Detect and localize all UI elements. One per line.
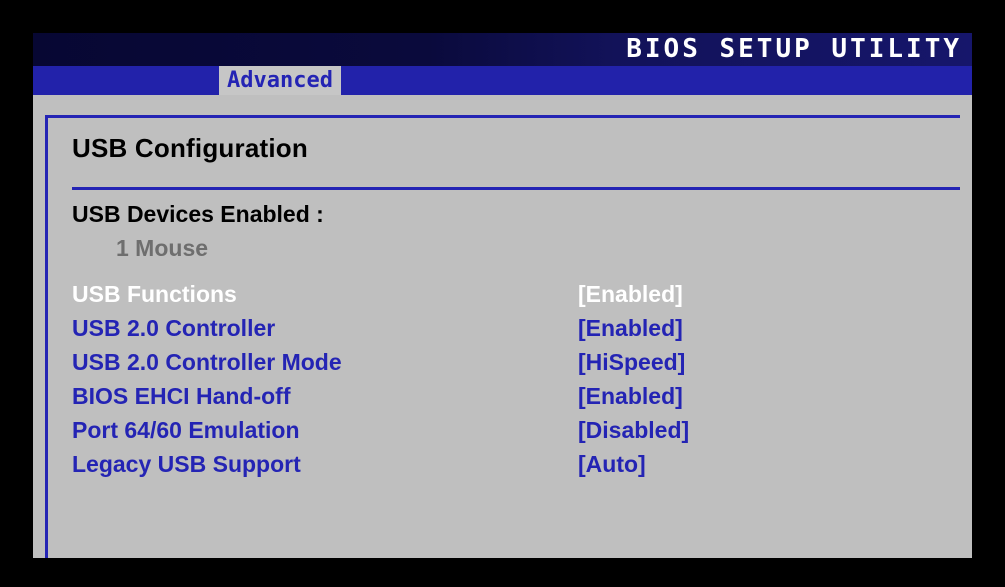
title-bar: BIOS SETUP UTILITY bbox=[33, 33, 972, 66]
setting-row[interactable]: USB 2.0 Controller [Enabled] bbox=[72, 315, 960, 349]
setting-label: USB 2.0 Controller bbox=[72, 315, 276, 341]
setting-value[interactable]: [Enabled] bbox=[578, 281, 683, 308]
bios-window: BIOS SETUP UTILITY Advanced USB Configur… bbox=[33, 33, 972, 558]
usb-devices-enabled-value: 1 Mouse bbox=[116, 235, 209, 261]
panel-heading: USB Configuration bbox=[72, 133, 308, 163]
setting-label: USB Functions bbox=[72, 281, 237, 307]
bios-screen: BIOS SETUP UTILITY Advanced USB Configur… bbox=[0, 0, 1005, 587]
setting-value[interactable]: [Disabled] bbox=[578, 417, 689, 444]
heading-divider bbox=[72, 187, 960, 190]
setting-row[interactable]: Legacy USB Support [Auto] bbox=[72, 451, 960, 485]
setting-value[interactable]: [Enabled] bbox=[578, 383, 683, 410]
setting-row[interactable]: USB Functions [Enabled] bbox=[72, 281, 960, 315]
setting-label: USB 2.0 Controller Mode bbox=[72, 349, 342, 375]
setting-value[interactable]: [Enabled] bbox=[578, 315, 683, 342]
usb-devices-enabled-block: USB Devices Enabled : 1 Mouse bbox=[72, 201, 324, 262]
setting-row[interactable]: BIOS EHCI Hand-off [Enabled] bbox=[72, 383, 960, 417]
setting-value[interactable]: [Auto] bbox=[578, 451, 646, 478]
page-title: BIOS SETUP UTILITY bbox=[626, 34, 962, 64]
usb-devices-enabled-label: USB Devices Enabled : bbox=[72, 201, 324, 227]
settings-panel: USB Configuration USB Devices Enabled : … bbox=[72, 115, 960, 477]
setting-label: BIOS EHCI Hand-off bbox=[72, 383, 291, 409]
body-area: USB Configuration USB Devices Enabled : … bbox=[33, 95, 972, 558]
setting-value[interactable]: [HiSpeed] bbox=[578, 349, 685, 376]
panel-border-left bbox=[45, 115, 48, 558]
setting-row[interactable]: USB 2.0 Controller Mode [HiSpeed] bbox=[72, 349, 960, 383]
tab-advanced[interactable]: Advanced bbox=[219, 66, 341, 95]
setting-label: Legacy USB Support bbox=[72, 451, 301, 477]
setting-row[interactable]: Port 64/60 Emulation [Disabled] bbox=[72, 417, 960, 451]
setting-label: Port 64/60 Emulation bbox=[72, 417, 300, 443]
menu-bar: Advanced bbox=[33, 66, 972, 95]
settings-list: USB Functions [Enabled] USB 2.0 Controller… bbox=[72, 281, 960, 485]
